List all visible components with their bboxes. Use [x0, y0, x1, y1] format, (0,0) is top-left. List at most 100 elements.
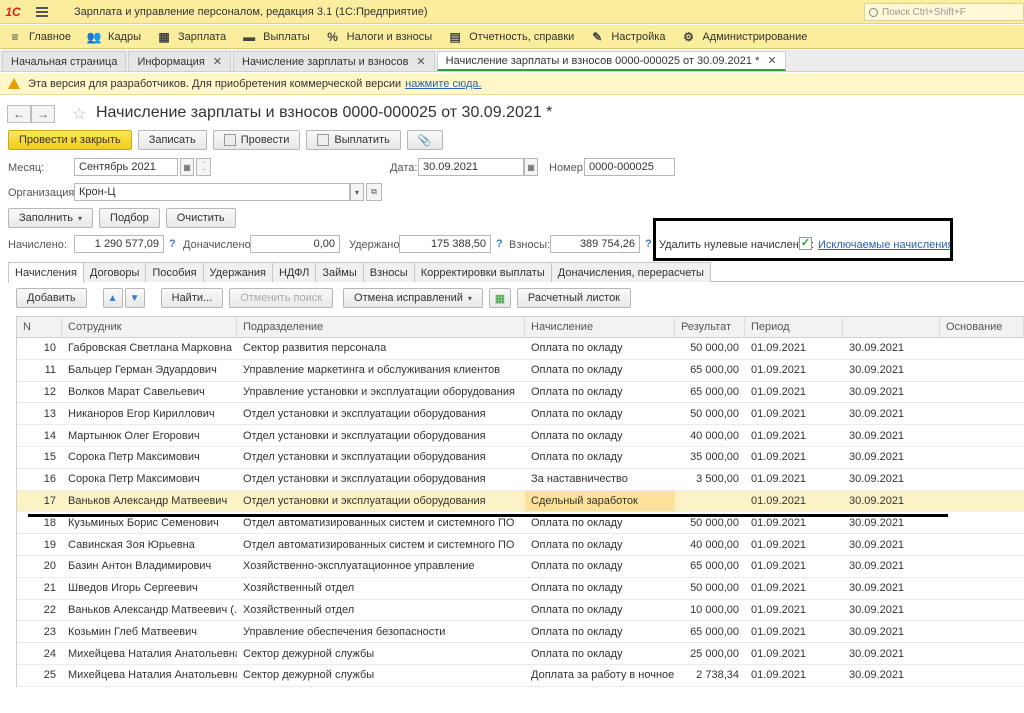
table-cell[interactable]: [940, 491, 1024, 512]
table-cell[interactable]: Оплата по окладу: [525, 600, 675, 621]
doc-tab[interactable]: Корректировки выплаты: [413, 262, 552, 282]
doc-tab[interactable]: Пособия: [145, 262, 204, 282]
table-cell[interactable]: Сорока Петр Максимович: [62, 469, 237, 490]
month-stepper[interactable]: --: [196, 158, 211, 176]
doc-tab[interactable]: Займы: [315, 262, 364, 282]
table-cell[interactable]: 23: [17, 621, 62, 642]
table-cell[interactable]: 25 000,00: [675, 643, 745, 664]
table-cell[interactable]: 2 738,34: [675, 665, 745, 686]
table-cell[interactable]: 01.09.2021: [745, 665, 843, 686]
table-cell[interactable]: Ваньков Александр Матвеевич (...: [62, 600, 237, 621]
table-row[interactable]: 10 Габровская Светлана Марковна Сектор раз…: [17, 338, 1024, 360]
table-cell[interactable]: [940, 469, 1024, 490]
table-cell[interactable]: [940, 600, 1024, 621]
table-cell[interactable]: 65 000,00: [675, 556, 745, 577]
search-input[interactable]: Поиск Ctrl+Shift+F: [864, 3, 1024, 21]
column-header[interactable]: Сотрудник: [62, 317, 237, 337]
column-header[interactable]: Результат: [675, 317, 745, 337]
table-cell[interactable]: Оплата по окладу: [525, 360, 675, 381]
table-row[interactable]: 19 Савинская Зоя Юрьевна Отдел автоматизир…: [17, 534, 1024, 556]
table-row[interactable]: 16 Сорока Петр Максимович Отдел установки …: [17, 469, 1024, 491]
table-cell[interactable]: Отдел автоматизированных систем и систем…: [237, 534, 525, 555]
window-tab[interactable]: Начисление зарплаты и взносов ✕: [233, 51, 435, 71]
table-cell[interactable]: 01.09.2021: [745, 534, 843, 555]
org-dropdown-icon[interactable]: ▾: [350, 183, 364, 201]
table-cell[interactable]: 13: [17, 403, 62, 424]
table-cell[interactable]: Савинская Зоя Юрьевна: [62, 534, 237, 555]
table-cell[interactable]: Сектор дежурной службы: [237, 665, 525, 686]
org-open-icon[interactable]: ⧉: [366, 183, 382, 201]
table-row[interactable]: 20 Базин Антон Владимирович Хозяйственно-э…: [17, 556, 1024, 578]
excel-icon[interactable]: ▦: [488, 288, 511, 308]
table-cell[interactable]: 65 000,00: [675, 360, 745, 381]
table-cell[interactable]: 65 000,00: [675, 382, 745, 403]
table-row[interactable]: 25 Михейцева Наталия Анатольевна Сектор де…: [17, 665, 1024, 687]
doc-tab[interactable]: Доначисления, перерасчеты: [550, 262, 711, 282]
table-cell[interactable]: 01.09.2021: [745, 447, 843, 468]
table-cell[interactable]: 15: [17, 447, 62, 468]
table-cell[interactable]: За наставничество: [525, 469, 675, 490]
table-cell[interactable]: [940, 382, 1024, 403]
close-icon[interactable]: ✕: [213, 55, 222, 68]
doc-tab[interactable]: Взносы: [362, 262, 415, 282]
banner-link[interactable]: нажмите сюда.: [405, 78, 481, 90]
table-cell[interactable]: 50 000,00: [675, 578, 745, 599]
table-cell[interactable]: 12: [17, 382, 62, 403]
table-cell[interactable]: 25: [17, 665, 62, 686]
forward-arrow-icon[interactable]: →: [31, 105, 55, 123]
table-cell[interactable]: Сорока Петр Максимович: [62, 447, 237, 468]
table-cell[interactable]: 30.09.2021: [843, 382, 940, 403]
table-cell[interactable]: [940, 665, 1024, 686]
column-header[interactable]: Начисление: [525, 317, 675, 337]
table-cell[interactable]: 35 000,00: [675, 447, 745, 468]
main-menu-icon[interactable]: [36, 0, 54, 24]
table-row[interactable]: 14 Мартынюк Олег Егорович Отдел установки …: [17, 425, 1024, 447]
table-cell[interactable]: [940, 643, 1024, 664]
table-cell[interactable]: Оплата по окладу: [525, 621, 675, 642]
table-cell[interactable]: Оплата по окладу: [525, 534, 675, 555]
move-up-icon[interactable]: ▲: [102, 288, 123, 308]
date-field[interactable]: 30.09.2021: [418, 158, 524, 176]
table-cell[interactable]: Управление установки и эксплуатации обор…: [237, 382, 525, 403]
add-button[interactable]: Добавить: [16, 288, 87, 308]
table-cell[interactable]: 30.09.2021: [843, 469, 940, 490]
close-icon[interactable]: ✕: [767, 54, 776, 67]
table-cell[interactable]: 30.09.2021: [843, 534, 940, 555]
move-down-icon[interactable]: ▼: [124, 288, 145, 308]
pay-button[interactable]: Выплатить: [306, 130, 401, 150]
table-cell[interactable]: 30.09.2021: [843, 425, 940, 446]
table-cell[interactable]: Отдел установки и эксплуатации оборудова…: [237, 403, 525, 424]
window-tab[interactable]: Начальная страница: [2, 51, 127, 71]
find-button[interactable]: Найти...: [160, 288, 224, 308]
table-cell[interactable]: [940, 403, 1024, 424]
table-cell[interactable]: Оплата по окладу: [525, 382, 675, 403]
fill-button[interactable]: Заполнить ▾: [8, 208, 94, 228]
table-cell[interactable]: 22: [17, 600, 62, 621]
table-cell[interactable]: Хозяйственный отдел: [237, 578, 525, 599]
table-cell[interactable]: Хозяйственно-эксплуатационное управление: [237, 556, 525, 577]
section-3[interactable]: ▬ Выплаты: [234, 25, 317, 49]
table-cell[interactable]: 16: [17, 469, 62, 490]
table-cell[interactable]: 30.09.2021: [843, 447, 940, 468]
table-cell[interactable]: [940, 447, 1024, 468]
table-cell[interactable]: Михейцева Наталия Анатольевна: [62, 643, 237, 664]
table-row[interactable]: 12 Волков Марат Савельевич Управление уста…: [17, 382, 1024, 404]
table-cell[interactable]: 01.09.2021: [745, 621, 843, 642]
table-cell[interactable]: 3 500,00: [675, 469, 745, 490]
attach-button[interactable]: 📎: [406, 130, 443, 150]
table-cell[interactable]: 01.09.2021: [745, 491, 843, 512]
table-cell[interactable]: Сдельный заработок: [525, 490, 675, 512]
table-cell[interactable]: 01.09.2021: [745, 643, 843, 664]
table-cell[interactable]: 30.09.2021: [843, 665, 940, 686]
table-cell[interactable]: Ваньков Александр Матвеевич: [62, 491, 237, 512]
table-cell[interactable]: 11: [17, 360, 62, 381]
table-cell[interactable]: 01.09.2021: [745, 425, 843, 446]
table-cell[interactable]: 30.09.2021: [843, 578, 940, 599]
table-cell[interactable]: 21: [17, 578, 62, 599]
table-cell[interactable]: 01.09.2021: [745, 382, 843, 403]
table-cell[interactable]: [940, 360, 1024, 381]
table-cell[interactable]: Оплата по окладу: [525, 425, 675, 446]
table-cell[interactable]: Отдел установки и эксплуатации оборудова…: [237, 447, 525, 468]
table-cell[interactable]: 24: [17, 643, 62, 664]
section-5[interactable]: ▤ Отчетность, справки: [440, 25, 582, 49]
